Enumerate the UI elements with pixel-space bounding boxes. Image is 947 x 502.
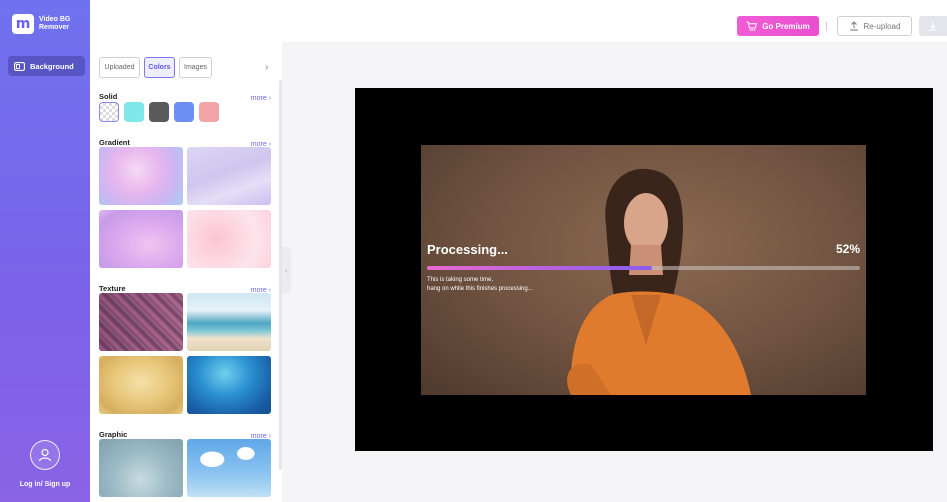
download-button[interactable] [919, 16, 947, 36]
graphic-thumb-2[interactable] [187, 439, 271, 497]
user-avatar[interactable] [30, 440, 60, 470]
top-bar: Go Premium Re-upload [90, 0, 947, 42]
video-icon [14, 61, 25, 71]
tab-images[interactable]: Images [179, 57, 212, 78]
graphic-thumb-1[interactable] [99, 439, 183, 497]
chevron-right-icon[interactable]: › [265, 62, 268, 73]
processing-note-line1: This is taking some time, [427, 277, 494, 283]
graphic-title: Graphic [99, 429, 128, 439]
panel-tabs: Uploaded Colors Images [99, 57, 216, 78]
processing-note-line2: hang on while this finishes processing..… [427, 286, 533, 292]
video-frame: Processing... 52% This is taking some ti… [421, 145, 866, 395]
tab-colors[interactable]: Colors [144, 57, 175, 78]
texture-thumb-gold[interactable] [99, 356, 183, 414]
logo-text-line1: Video BG [39, 16, 71, 23]
person-figure [567, 168, 751, 395]
processing-title: Processing... [427, 242, 508, 257]
sidebar-item-label: Background [30, 61, 74, 71]
download-icon [929, 22, 937, 31]
more-label: more [250, 95, 267, 102]
go-premium-button[interactable]: Go Premium [737, 16, 819, 36]
texture-thumb-beach[interactable] [187, 293, 271, 351]
processing-percent: 52% [835, 242, 860, 256]
gradient-thumb-1[interactable] [99, 147, 183, 205]
swatch-transparent[interactable] [99, 102, 119, 122]
header-divider [826, 22, 827, 31]
gradient-thumb-2[interactable] [187, 147, 271, 205]
progress-bar-fill [427, 266, 653, 270]
solid-swatches [99, 102, 224, 122]
login-area[interactable]: Log in/ Sign up [0, 440, 90, 488]
solid-title: Solid [99, 91, 118, 101]
texture-thumb-underwater[interactable] [187, 356, 271, 414]
logo-mark: m [12, 14, 34, 34]
swatch-pink[interactable] [199, 102, 219, 122]
background-panel: Uploaded Colors Images › Solid more › Gr… [90, 42, 282, 502]
preview-area: Processing... 52% This is taking some ti… [282, 42, 947, 502]
go-premium-label: Go Premium [762, 21, 810, 31]
gradient-thumb-3[interactable] [99, 210, 183, 268]
sidebar: m Video BG Remover Background Log in/ Si… [0, 0, 90, 502]
swatch-cyan[interactable] [124, 102, 144, 122]
login-link[interactable]: Log in/ Sign up [0, 481, 90, 488]
logo-text-line2: Remover [39, 24, 69, 31]
swatch-blue[interactable] [174, 102, 194, 122]
chevron-right-icon: › [266, 95, 271, 102]
panel-collapse-handle[interactable]: ‹ [282, 247, 291, 293]
progress-bar [427, 266, 860, 270]
upload-icon [849, 21, 858, 31]
sidebar-item-background[interactable]: Background [8, 56, 85, 76]
processing-note: This is taking some time, hang on while … [427, 276, 533, 294]
logo-text: Video BG Remover [39, 16, 79, 32]
swatch-dark-gray[interactable] [149, 102, 169, 122]
video-preview-frame: Processing... 52% This is taking some ti… [355, 88, 933, 451]
user-icon [38, 448, 52, 462]
reupload-button[interactable]: Re-upload [837, 16, 912, 36]
texture-thumb-kaleidoscope[interactable] [99, 293, 183, 351]
tab-uploaded[interactable]: Uploaded [99, 57, 140, 78]
gradient-thumb-4[interactable] [187, 210, 271, 268]
gradient-title: Gradient [99, 137, 130, 147]
chevron-left-icon: ‹ [285, 265, 288, 275]
cart-icon [746, 21, 758, 31]
app-logo[interactable]: m Video BG Remover [12, 14, 79, 34]
reupload-label: Re-upload [863, 21, 901, 31]
texture-title: Texture [99, 283, 126, 293]
solid-more-link[interactable]: more › [251, 87, 271, 105]
